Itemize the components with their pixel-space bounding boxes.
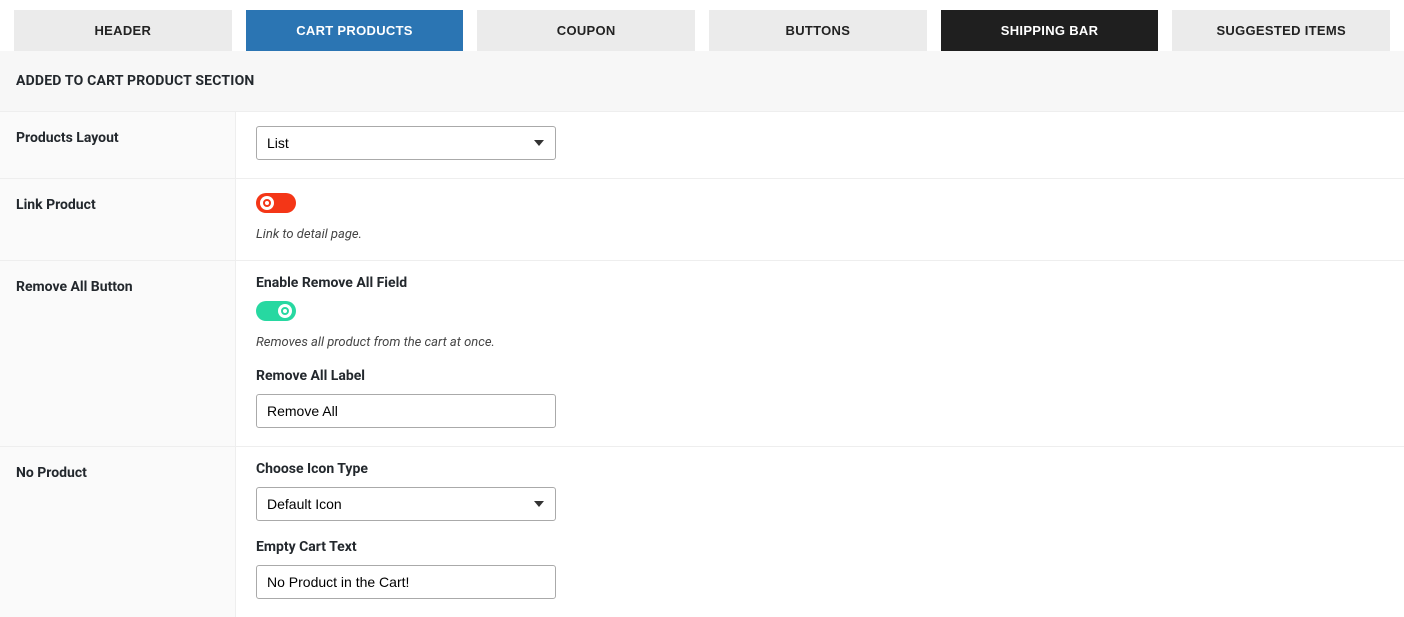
row-remove-all: Remove All Button Enable Remove All Fiel… [0,261,1404,447]
section-title: ADDED TO CART PRODUCT SECTION [0,51,1404,112]
remove-all-label: Remove All Button [0,261,236,446]
products-layout-select[interactable]: List [256,126,556,160]
settings-table: Products Layout List Link Product Link t… [0,112,1404,617]
empty-cart-label: Empty Cart Text [256,539,1384,555]
products-layout-label: Products Layout [0,112,236,178]
link-product-toggle[interactable] [256,193,296,213]
link-product-desc: Link to detail page. [256,227,1384,242]
empty-cart-input[interactable] [256,565,556,599]
row-no-product: No Product Choose Icon Type Default Icon… [0,447,1404,617]
tab-suggested-items[interactable]: SUGGESTED ITEMS [1172,10,1390,51]
tab-buttons[interactable]: BUTTONS [709,10,927,51]
tab-header[interactable]: HEADER [14,10,232,51]
tab-cart-products[interactable]: CART PRODUCTS [246,10,464,51]
remove-all-desc: Removes all product from the cart at onc… [256,335,1384,350]
remove-all-input-label: Remove All Label [256,368,1384,384]
remove-all-input[interactable] [256,394,556,428]
tabs-nav: HEADER CART PRODUCTS COUPON BUTTONS SHIP… [0,0,1404,51]
row-products-layout: Products Layout List [0,112,1404,179]
choose-icon-select[interactable]: Default Icon [256,487,556,521]
choose-icon-label: Choose Icon Type [256,461,1384,477]
row-link-product: Link Product Link to detail page. [0,179,1404,261]
tab-shipping-bar[interactable]: SHIPPING BAR [941,10,1159,51]
enable-remove-all-label: Enable Remove All Field [256,275,1384,291]
no-product-label: No Product [0,447,236,617]
link-product-label: Link Product [0,179,236,260]
tab-coupon[interactable]: COUPON [477,10,695,51]
enable-remove-all-toggle[interactable] [256,301,296,321]
